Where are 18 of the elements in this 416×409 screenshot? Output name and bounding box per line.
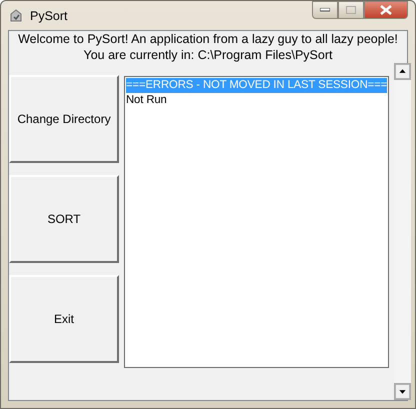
scrollbar[interactable] (394, 63, 412, 400)
header-text: Welcome to PySort! An application from a lazy guy to all lazy people! (17, 31, 399, 47)
scroll-down-icon[interactable] (394, 383, 412, 400)
action-button[interactable]: Exit (9, 275, 119, 363)
action-button[interactable]: SORT (9, 175, 119, 263)
header-text: You are currently in: C:\Program Files\PySort (82, 47, 334, 63)
action-button[interactable]: Change Directory (9, 75, 119, 163)
app-icon (8, 8, 24, 24)
minimize-button[interactable] (312, 1, 338, 19)
list-box[interactable]: ===ERRORS - NOT MOVED IN LAST SESSION=== Not Run (124, 76, 390, 368)
list-item[interactable]: Not Run (126, 93, 388, 108)
scroll-up-icon[interactable] (394, 63, 412, 80)
close-icon (380, 5, 392, 15)
close-button[interactable] (364, 1, 408, 19)
window-title: PySort (30, 8, 69, 22)
minimize-icon (320, 8, 330, 12)
maximize-icon (346, 6, 356, 14)
maximize-button[interactable] (338, 1, 364, 19)
